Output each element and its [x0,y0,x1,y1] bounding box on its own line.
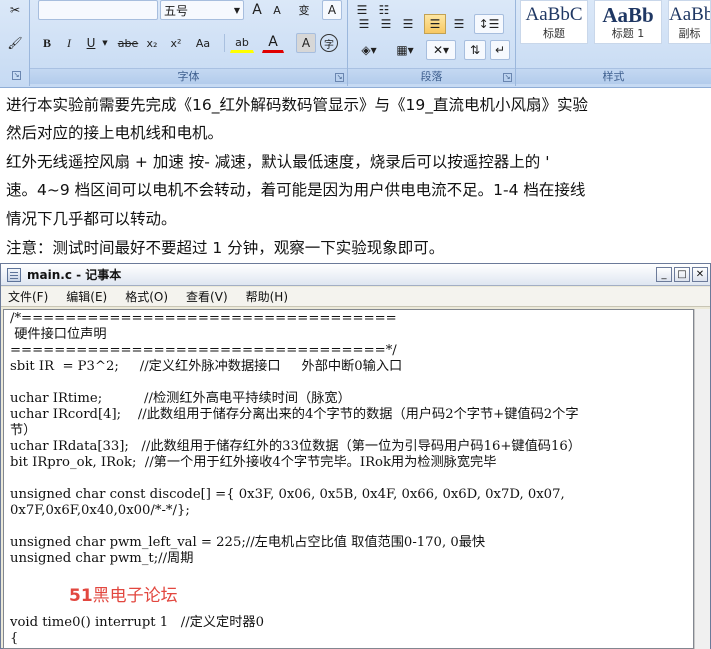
paragraph-dialog-launcher-icon[interactable]: ↘ [503,73,512,82]
document-line: 进行本实验前需要先完成《16_红外解码数码管显示》与《19_直流电机小风扇》实验 [6,96,588,114]
code-line: unsigned char pwm_t;//周期 [10,551,194,566]
document-line: 注意：测试时间最好不要超过 1 分钟，观察一下实验现象即可。 [6,239,445,257]
document-line: 红外无线遥控风扇 + 加速 按- 减速，默认最低速度，烧录后可以按遥控器上的 ' [6,153,550,171]
document-line: 情况下几乎都可以转动。 [6,210,177,228]
maximize-button[interactable]: □ [674,267,690,282]
font-size-value: 五号 [164,3,189,18]
notepad-scrollbar[interactable] [694,309,710,649]
code-line: uchar IRdata[33]; //此数组用于储存红外的33位数据（第一位为… [10,439,581,454]
style-name: 标题 1 [611,27,645,40]
ribbon: ✂ 🖌 ↘ 五号 ▼ A A 变 A B I U ▼ abe x₂ x² Aa … [0,0,711,88]
notepad-title-bar[interactable]: main.c - 记事本 _ □ ✕ [1,264,710,286]
sort-icon[interactable]: ⇅ [464,40,486,60]
paragraph-group: ☰ ☷ ☰ ☰ ☰ ☰ ☰ ↕☰ ◈▾ ▦▾ ✕▾ ⇅ ↵ 段落 ↘ [348,0,516,86]
char-shading-button[interactable]: A [296,33,316,53]
distributed-icon[interactable]: ☰ [448,14,470,34]
phonetic-guide-button[interactable]: 变 [292,0,316,20]
divider [224,34,225,52]
chevron-down-icon: ▼ [233,5,240,15]
styles-group: AaBbC 标题 AaBb 标题 1 AaBb 副标 样式 [516,0,711,86]
menu-edit[interactable]: 编辑(E) [63,288,110,305]
strikethrough-button[interactable]: abe [116,33,140,53]
minimize-button[interactable]: _ [656,267,672,282]
italic-button[interactable]: I [60,33,78,53]
notepad-window: main.c - 记事本 _ □ ✕ 文件(F) 编辑(E) 格式(O) 查看(… [0,263,711,649]
menu-format[interactable]: 格式(O) [122,288,171,305]
style-preview: AaBb [669,4,710,25]
code-line: void time0() interrupt 1 //定义定时器0 [10,615,264,630]
menu-help[interactable]: 帮助(H) [243,288,291,305]
char-border-button[interactable]: A [322,0,342,20]
chinese-layout-icon[interactable]: ✕▾ [426,40,456,60]
code-line: uchar IRcord[4]; //此数组用于储存分离出来的4个字节的数据（用… [10,407,579,422]
bold-button[interactable]: B [38,33,56,53]
watermark-text: 黑电子论坛 [92,586,178,606]
forum-watermark: 51黑电子论坛 [69,581,178,606]
font-size-box[interactable]: 五号 ▼ [160,0,244,20]
style-name: 标题 [543,27,565,40]
code-line: unsigned char pwm_left_val = 225;//左电机占空… [10,535,486,550]
code-line: 硬件接口位声明 [10,327,107,342]
code-line: /*================================== [10,311,397,326]
shrink-font-button[interactable]: A [268,0,286,20]
chevron-down-icon[interactable]: ▼ [100,33,110,53]
underline-button[interactable]: U [82,33,100,53]
font-group-label: 字体 [30,68,347,84]
code-line: bit IRpro_ok, IRok; //第一个用于红外接收4个字节完毕。IR… [10,455,497,470]
paragraph-group-label: 段落 [348,68,515,84]
line-spacing-icon[interactable]: ↕☰ [474,14,504,34]
clipboard-group: ✂ 🖌 ↘ [0,0,30,86]
code-line: uchar IRtime; //检测红外高电平持续时间（脉宽） [10,391,351,406]
clipboard-launcher-icon[interactable]: ↘ [12,71,21,80]
code-line: 0x7F,0x6F,0x40,0x00/*-*/}; [10,503,190,518]
menu-view[interactable]: 查看(V) [183,288,231,305]
notepad-icon [7,267,21,282]
notepad-title: main.c - 记事本 [27,268,122,282]
borders-icon[interactable]: ▦▾ [390,40,420,60]
justify-icon[interactable]: ☰ [424,14,446,34]
watermark-prefix: 51 [69,586,93,606]
style-tile-subtitle[interactable]: AaBb 副标 [668,0,711,44]
menu-file[interactable]: 文件(F) [5,288,51,305]
style-tile-heading[interactable]: AaBbC 标题 [520,0,588,44]
font-name-box[interactable] [38,0,158,20]
document-body[interactable]: 进行本实验前需要先完成《16_红外解码数码管显示》与《19_直流电机小风扇》实验… [0,90,711,262]
cut-icon[interactable]: ✂ [4,0,26,20]
font-color-button[interactable]: A [262,33,284,53]
show-marks-icon[interactable]: ↵ [490,40,510,60]
style-preview: AaBb [602,3,654,27]
code-line: { [10,631,19,646]
subscript-button[interactable]: x₂ [142,33,162,53]
style-preview: AaBbC [525,4,583,25]
grow-font-button[interactable]: A [248,0,266,20]
enclosed-char-button[interactable]: 字 [320,34,338,52]
align-left-icon[interactable]: ☰ [354,14,374,34]
close-button[interactable]: ✕ [692,267,708,282]
notepad-menu-bar: 文件(F) 编辑(E) 格式(O) 查看(V) 帮助(H) [1,287,710,307]
document-line: 速。4~9 档区间可以电机不会转动，着可能是因为用户供电电流不足。1-4 档在接… [6,181,586,199]
change-case-button[interactable]: Aa [190,33,216,53]
window-controls: _ □ ✕ [656,267,708,282]
font-group: 五号 ▼ A A 变 A B I U ▼ abe x₂ x² Aa ab A A… [30,0,348,86]
font-dialog-launcher-icon[interactable]: ↘ [335,73,344,82]
align-right-icon[interactable]: ☰ [398,14,418,34]
styles-group-label: 样式 [516,68,711,84]
align-center-icon[interactable]: ☰ [376,14,396,34]
style-tile-heading-1[interactable]: AaBb 标题 1 [594,0,662,44]
code-line: unsigned char const discode[] ={ 0x3F, 0… [10,487,565,502]
highlight-button[interactable]: ab [230,33,254,53]
style-name: 副标 [678,27,701,40]
code-line: sbit IR = P3^2; //定义红外脉冲数据接口 外部中断0输入口 [10,359,403,374]
code-line: 节） [10,423,37,438]
format-painter-icon[interactable]: 🖌 [4,33,26,53]
code-line: ==================================*/ [10,343,397,358]
document-line: 然后对应的接上电机线和电机。 [6,124,224,142]
superscript-button[interactable]: x² [166,33,186,53]
shading-icon[interactable]: ◈▾ [354,40,384,60]
